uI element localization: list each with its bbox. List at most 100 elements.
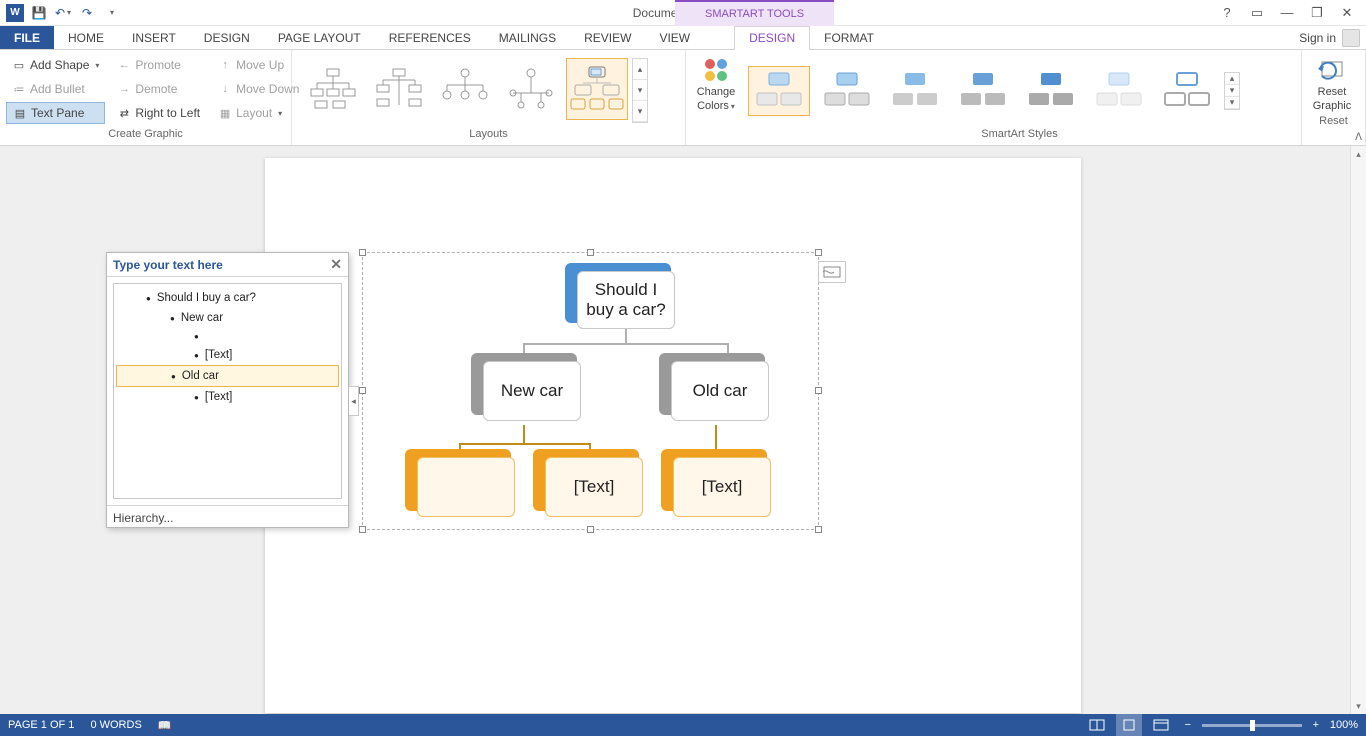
add-shape-button[interactable]: ▭Add Shape▾ [6, 54, 105, 76]
tab-view[interactable]: VIEW [645, 26, 704, 49]
smartart-canvas[interactable]: Should I buy a car? New car Old car [Tex… [362, 252, 819, 530]
resize-handle-w[interactable] [359, 387, 366, 394]
add-shape-icon: ▭ [12, 58, 26, 72]
status-page[interactable]: PAGE 1 OF 1 [8, 719, 74, 731]
layouts-gallery: ▴ ▾ ▾ [298, 54, 652, 127]
layout-option-2[interactable] [368, 58, 430, 120]
resize-handle-n[interactable] [587, 249, 594, 256]
text-pane-icon: ▤ [13, 106, 27, 120]
demote-icon: → [117, 82, 131, 96]
promote-button[interactable]: ←Promote [111, 54, 206, 76]
group-layouts: ▴ ▾ ▾ Layouts [292, 50, 686, 145]
text-pane-toggle[interactable]: ▤Text Pane [6, 102, 105, 124]
contextual-tools-label: SMARTART TOOLS [675, 0, 834, 26]
window-controls: ? ▭ — ❐ ✕ [1212, 1, 1362, 25]
resize-handle-e[interactable] [815, 387, 822, 394]
view-web-layout[interactable] [1148, 714, 1174, 736]
styles-more[interactable]: ▾ [1225, 97, 1239, 109]
style-option-4[interactable] [952, 66, 1014, 116]
zoom-slider[interactable] [1202, 724, 1302, 727]
ribbon-display-options[interactable]: ▭ [1242, 1, 1272, 25]
resize-handle-sw[interactable] [359, 526, 366, 533]
tab-design-doc[interactable]: DESIGN [190, 26, 264, 49]
help-button[interactable]: ? [1212, 1, 1242, 25]
view-read-mode[interactable] [1084, 714, 1110, 736]
layout-option-3[interactable] [434, 58, 496, 120]
layout-option-1[interactable] [302, 58, 364, 120]
text-pane-footer[interactable]: Hierarchy... [107, 505, 348, 529]
text-pane-list[interactable]: ●Should I buy a car? ●New car ● ●[Text] … [113, 283, 342, 499]
view-print-layout[interactable] [1116, 714, 1142, 736]
change-colors-button[interactable]: Change Colors▾ [692, 54, 740, 115]
text-pane-item[interactable]: ●[Text] [116, 345, 339, 365]
layout-options-button[interactable] [818, 261, 846, 283]
gallery-up[interactable]: ▴ [633, 59, 647, 80]
rtl-icon: ⇄ [117, 106, 131, 120]
tab-smartart-design[interactable]: DESIGN [734, 26, 810, 50]
tab-page-layout[interactable]: PAGE LAYOUT [264, 26, 375, 49]
demote-button[interactable]: →Demote [111, 78, 206, 100]
zoom-in[interactable]: + [1308, 719, 1324, 731]
tab-smartart-format[interactable]: FORMAT [810, 26, 888, 49]
add-bullet-button[interactable]: ≔Add Bullet [6, 78, 105, 100]
status-words[interactable]: 0 WORDS [90, 719, 141, 731]
gallery-more[interactable]: ▾ [633, 101, 647, 122]
layout-option-4[interactable] [500, 58, 562, 120]
restore-button[interactable]: ❐ [1302, 1, 1332, 25]
vertical-scrollbar[interactable]: ▴ ▾ [1350, 146, 1366, 714]
gallery-down[interactable]: ▾ [633, 80, 647, 101]
tab-insert[interactable]: INSERT [118, 26, 190, 49]
bullet-icon: ≔ [12, 82, 26, 96]
zoom-out[interactable]: − [1180, 719, 1196, 731]
collapse-ribbon[interactable]: ᐱ [1355, 132, 1362, 143]
connector [523, 425, 525, 443]
style-option-2[interactable] [816, 66, 878, 116]
promote-icon: ← [117, 58, 131, 72]
style-option-6[interactable] [1088, 66, 1150, 116]
save-button[interactable]: 💾 [30, 4, 48, 22]
styles-up[interactable]: ▴ [1225, 73, 1239, 85]
style-option-5[interactable] [1020, 66, 1082, 116]
undo-button[interactable]: ↶▾ [54, 4, 72, 22]
layout-option-selected[interactable] [566, 58, 628, 120]
text-pane-item[interactable]: ●[Text] [116, 387, 339, 407]
text-pane-expander[interactable]: ◂ [349, 386, 359, 416]
layout-options-icon [822, 265, 842, 279]
scroll-down[interactable]: ▾ [1351, 698, 1366, 714]
title-bar: W 💾 ↶▾ ↷ ▾ Document2 - Word SMARTART TOO… [0, 0, 1366, 26]
tab-home[interactable]: HOME [54, 26, 118, 49]
scroll-up[interactable]: ▴ [1351, 146, 1366, 162]
text-pane-item[interactable]: ●New car [116, 308, 339, 328]
right-to-left-button[interactable]: ⇄Right to Left [111, 102, 206, 124]
close-button[interactable]: ✕ [1332, 1, 1362, 25]
redo-button[interactable]: ↷ [78, 4, 96, 22]
text-pane-close[interactable]: ✕ [330, 256, 342, 273]
sign-in[interactable]: Sign in [1299, 26, 1360, 50]
minimize-button[interactable]: — [1272, 1, 1302, 25]
reset-graphic-button[interactable]: Reset Graphic [1308, 54, 1356, 114]
style-option-3[interactable] [884, 66, 946, 116]
text-pane-item-selected[interactable]: ●Old car [116, 365, 339, 387]
connector [459, 443, 591, 445]
tab-review[interactable]: REVIEW [570, 26, 645, 49]
tab-mailings[interactable]: MAILINGS [485, 26, 570, 49]
zoom-level[interactable]: 100% [1330, 719, 1358, 731]
text-pane-item[interactable]: ● [116, 328, 339, 345]
tab-references[interactable]: REFERENCES [375, 26, 485, 49]
group-smartart-styles: ▴ ▾ ▾ SmartArt Styles [738, 50, 1302, 145]
quick-access-toolbar: W 💾 ↶▾ ↷ ▾ [0, 4, 120, 22]
resize-handle-nw[interactable] [359, 249, 366, 256]
style-option-1[interactable] [748, 66, 810, 116]
status-proofing-icon[interactable]: 📖 [158, 719, 172, 732]
tab-file[interactable]: FILE [0, 26, 54, 49]
qat-customize[interactable]: ▾ [102, 4, 120, 22]
resize-handle-se[interactable] [815, 526, 822, 533]
resize-handle-s[interactable] [587, 526, 594, 533]
text-pane-item[interactable]: ●Should I buy a car? [116, 288, 339, 308]
scroll-track[interactable] [1351, 162, 1366, 698]
styles-down[interactable]: ▾ [1225, 85, 1239, 97]
style-option-7[interactable] [1156, 66, 1218, 116]
word-app-icon: W [6, 4, 24, 22]
zoom-thumb[interactable] [1250, 720, 1255, 731]
resize-handle-ne[interactable] [815, 249, 822, 256]
